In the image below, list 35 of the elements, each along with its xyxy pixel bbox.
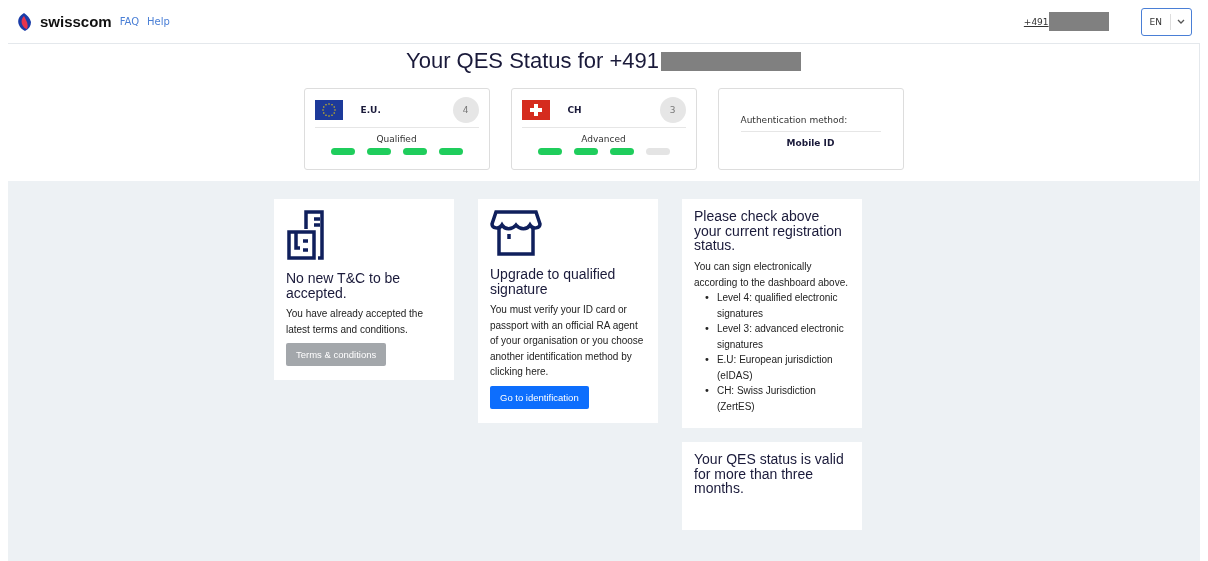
- bullet: •: [704, 384, 710, 399]
- nav-link[interactable]: FAQ: [119, 16, 140, 27]
- nav-link[interactable]: Help: [147, 16, 170, 27]
- bullet: •: [704, 322, 710, 337]
- card-text: You have already accepted the latest terms and conditions.: [286, 307, 424, 337]
- list-item: E.U: European jurisdiction (eIDAS): [716, 353, 834, 383]
- card-heading: Please check above your current registration status.: [694, 209, 843, 254]
- level-count: 4: [452, 97, 479, 123]
- level-label: Qualified: [375, 134, 418, 144]
- card-text: You must verify your ID card or passport with an official RA agent of your organisation or you choose another identification method by clicking here.: [490, 303, 645, 380]
- page-title: Your QES Status for +491: [406, 48, 659, 74]
- flag-icon: [521, 100, 550, 120]
- phone-link[interactable]: +491: [1023, 16, 1049, 27]
- bullet: •: [704, 291, 710, 306]
- action-button[interactable]: Go to identification: [490, 385, 589, 409]
- level-label: Advanced: [580, 134, 627, 144]
- card-heading: No new T&C to be accepted.: [286, 271, 402, 301]
- auth-label: Authentication method:: [740, 115, 881, 132]
- auth-value: Mobile ID: [785, 138, 836, 148]
- redaction-bar: [1048, 12, 1109, 31]
- language-select[interactable]: EN: [1140, 7, 1192, 36]
- list-item: CH: Swiss Jurisdiction (ZertES): [716, 384, 817, 414]
- bullet: •: [704, 353, 710, 368]
- jurisdiction-name: E.U.: [360, 105, 382, 115]
- level-count: 3: [659, 97, 686, 123]
- jurisdiction-name: CH: [567, 105, 583, 115]
- list-item: Level 3: advanced electronic signatures: [716, 322, 845, 352]
- brand-name: swisscom: [40, 13, 112, 30]
- card-text: You can sign electronically according to the dashboard above.: [694, 260, 849, 290]
- card-heading: Your QES status is valid for more than three months.: [694, 452, 845, 497]
- store-icon: [490, 209, 542, 257]
- list-item: Level 4: qualified electronic signatures: [716, 291, 839, 321]
- logo-icon: [16, 11, 32, 32]
- card-heading: Upgrade to qualified signature: [490, 267, 617, 297]
- flag-icon: [314, 100, 343, 120]
